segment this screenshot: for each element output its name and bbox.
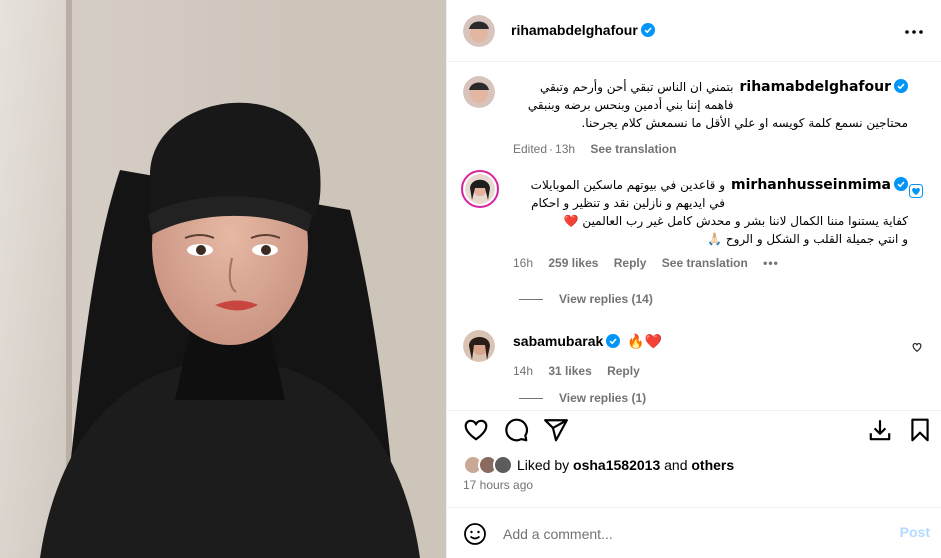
comment-more-icon[interactable]: ••• — [763, 256, 779, 270]
caption-text: rihamabdelghafour بتمني ان الناس تبقي أحن… — [513, 78, 908, 132]
more-options-icon[interactable] — [902, 22, 926, 42]
comment-username[interactable]: mirhanhusseinmima — [731, 177, 891, 193]
author-avatar[interactable] — [463, 15, 495, 47]
comment-time[interactable]: 14h — [513, 364, 533, 378]
replies-divider — [519, 299, 543, 301]
comment-bubble-icon[interactable] — [503, 417, 529, 443]
author-username[interactable]: rihamabdelghafour — [511, 22, 638, 38]
comment-meta: 14h 31 likes Reply — [513, 362, 908, 380]
liker-avatar — [493, 455, 513, 475]
comment-text: sabamubarak 🔥❤️ — [513, 332, 908, 352]
liked-by-others[interactable]: others — [691, 457, 734, 473]
comment-likes[interactable]: 259 likes — [548, 256, 598, 270]
verified-badge-icon — [640, 23, 655, 42]
add-comment-bar: Post — [447, 507, 941, 558]
comment-body-line2: و انتي جميلة القلب و الشكل و الروح 🙏🏻 — [707, 232, 908, 246]
share-paper-plane-icon[interactable] — [543, 417, 569, 443]
post-actions — [447, 410, 941, 450]
reply-button[interactable]: Reply — [607, 364, 640, 378]
post-button[interactable]: Post — [900, 524, 930, 540]
liker-avatars[interactable] — [463, 455, 515, 477]
edited-label: Edited — [513, 142, 548, 156]
comment-likes[interactable]: 31 likes — [548, 364, 591, 378]
post-timestamp[interactable]: 17 hours ago — [463, 478, 533, 492]
see-translation-link[interactable]: See translation — [662, 256, 748, 270]
post-photo[interactable] — [0, 0, 446, 558]
comment-body: 🔥❤️ — [627, 333, 663, 349]
view-replies-label[interactable]: View replies (1) — [559, 391, 646, 405]
comment-meta: 16h 259 likes Reply See translation ••• — [513, 254, 908, 272]
verified-badge-icon — [894, 177, 908, 196]
caption-time[interactable]: 13h — [555, 142, 575, 156]
liked-by-user[interactable]: osha1582013 — [573, 457, 660, 473]
view-replies-button[interactable]: View replies (14) — [519, 292, 653, 306]
comments-list[interactable]: rihamabdelghafour بتمني ان الناس تبقي أحن… — [447, 62, 941, 410]
liked-by-and: and — [664, 457, 688, 473]
emoji-smiley-icon[interactable] — [463, 522, 487, 546]
liked-by-prefix: Liked by — [517, 457, 570, 473]
caption-meta: Edited · 13h See translation — [513, 142, 677, 156]
verified-badge-icon — [894, 79, 908, 98]
commenter-avatar[interactable] — [461, 170, 499, 208]
comment-username[interactable]: sabamubarak — [513, 333, 603, 349]
see-translation-link[interactable]: See translation — [590, 142, 676, 156]
reply-button[interactable]: Reply — [614, 256, 647, 270]
like-heart-icon[interactable] — [463, 417, 489, 443]
download-icon[interactable] — [867, 417, 893, 443]
commenter-avatar[interactable] — [463, 330, 495, 362]
replies-divider — [519, 398, 543, 400]
comment-text: mirhanhusseinmima و قاعدين في بيوتهم ماسك… — [513, 176, 908, 248]
verified-badge-icon — [606, 334, 621, 352]
save-bookmark-icon[interactable] — [907, 417, 933, 443]
caption-avatar[interactable] — [463, 76, 495, 108]
post-header: rihamabdelghafour — [447, 0, 941, 62]
caption-username[interactable]: rihamabdelghafour — [739, 79, 891, 95]
portrait-image — [0, 0, 446, 558]
comment-liked-heart-icon[interactable] — [909, 184, 923, 203]
comment-input[interactable] — [503, 522, 863, 546]
post-details-panel: rihamabdelghafour rihamabdelghafour بتمني… — [446, 0, 941, 558]
view-replies-button[interactable]: View replies (1) — [519, 391, 646, 405]
comment-like-heart-icon[interactable] — [911, 340, 923, 358]
comment-time[interactable]: 16h — [513, 256, 533, 270]
view-replies-label[interactable]: View replies (14) — [559, 292, 653, 306]
